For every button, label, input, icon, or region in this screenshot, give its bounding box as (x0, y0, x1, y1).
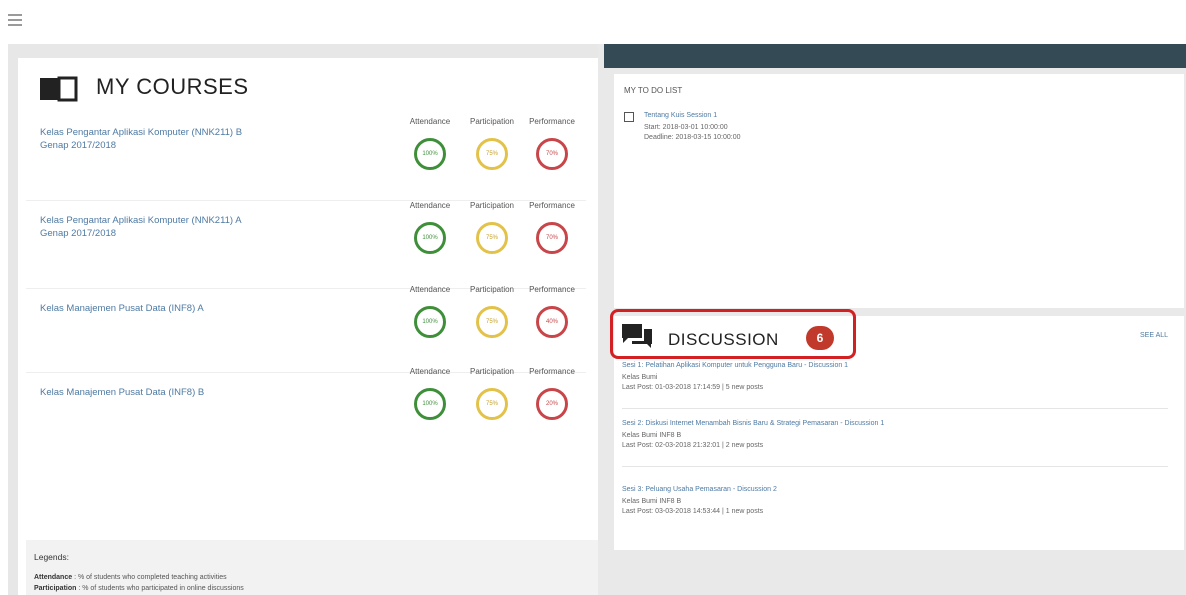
performance-label: Performance (529, 367, 575, 376)
legend-title: Legends: (34, 552, 69, 562)
performance-gauge[interactable]: 70% (536, 138, 568, 170)
legend-attendance-desc: : % of students who completed teaching a… (74, 574, 227, 581)
participation-label: Participation (469, 117, 515, 126)
performance-metric: Performance 70% (522, 200, 582, 254)
see-all-link[interactable]: SEE ALL (1140, 332, 1168, 339)
performance-metric: Performance 40% (522, 284, 582, 338)
course-link[interactable]: Kelas Pengantar Aplikasi Komputer (NNK21… (40, 214, 250, 240)
attendance-metric: Attendance 100% (400, 284, 460, 338)
participation-label: Participation (469, 367, 515, 376)
discussion-last-post: Last Post: 02-03-2018 21:32:01 | 2 new p… (622, 442, 764, 449)
discussion-link[interactable]: Sesi 3: Peluang Usaha Pemasaran - Discus… (622, 486, 777, 493)
todo-link[interactable]: Tentang Kuis Session 1 (644, 112, 717, 119)
top-bar (0, 0, 1186, 44)
todo-title: MY TO DO LIST (624, 86, 683, 95)
legend-participation: Participation : % of students who partic… (34, 585, 244, 592)
todo-checkbox[interactable] (624, 112, 634, 122)
participation-metric: Participation 75% (462, 200, 522, 254)
participation-gauge[interactable]: 75% (476, 222, 508, 254)
discussion-class: Kelas Bumi INF8 B (622, 498, 682, 505)
course-row: Kelas Manajemen Pusat Data (INF8) A Atte… (26, 284, 586, 373)
performance-label: Performance (529, 201, 575, 210)
attendance-label: Attendance (409, 201, 451, 210)
performance-metric: Performance 20% (522, 366, 582, 420)
attendance-gauge[interactable]: 100% (414, 222, 446, 254)
performance-gauge[interactable]: 70% (536, 222, 568, 254)
legend-participation-desc: : % of students who participated in onli… (78, 585, 244, 592)
discussion-item: Sesi 2: Diskusi Internet Menambah Bisnis… (622, 418, 1168, 467)
discussion-class: Kelas Bumi INF8 B (622, 432, 682, 439)
participation-gauge[interactable]: 75% (476, 388, 508, 420)
legend-attendance: Attendance : % of students who completed… (34, 574, 227, 581)
performance-metric: Performance 70% (522, 116, 582, 170)
attendance-label: Attendance (409, 117, 451, 126)
performance-gauge[interactable]: 20% (536, 388, 568, 420)
todo-deadline: Deadline: 2018-03-15 10:00:00 (644, 134, 741, 141)
participation-gauge[interactable]: 75% (476, 306, 508, 338)
todo-card: MY TO DO LIST Tentang Kuis Session 1 Sta… (614, 74, 1184, 308)
participation-gauge[interactable]: 75% (476, 138, 508, 170)
course-row: Kelas Pengantar Aplikasi Komputer (NNK21… (26, 200, 586, 289)
course-link[interactable]: Kelas Pengantar Aplikasi Komputer (NNK21… (40, 126, 250, 152)
course-row: Kelas Pengantar Aplikasi Komputer (NNK21… (26, 112, 586, 201)
legend-attendance-term: Attendance (34, 574, 73, 581)
right-header-bar (604, 44, 1186, 68)
attendance-metric: Attendance 100% (400, 116, 460, 170)
todo-start: Start: 2018-03-01 10:00:00 (644, 124, 728, 131)
hamburger-icon[interactable] (8, 14, 22, 28)
discussion-link[interactable]: Sesi 2: Diskusi Internet Menambah Bisnis… (622, 420, 884, 427)
performance-gauge[interactable]: 40% (536, 306, 568, 338)
participation-label: Participation (469, 285, 515, 294)
discussion-last-post: Last Post: 03-03-2018 14:53:44 | 1 new p… (622, 508, 764, 515)
participation-metric: Participation 75% (462, 284, 522, 338)
discussion-highlight-box (610, 309, 856, 359)
attendance-metric: Attendance 100% (400, 200, 460, 254)
course-link[interactable]: Kelas Manajemen Pusat Data (INF8) A (40, 302, 250, 315)
performance-label: Performance (529, 117, 575, 126)
legend-participation-term: Participation (34, 585, 77, 592)
attendance-metric: Attendance 100% (400, 366, 460, 420)
attendance-gauge[interactable]: 100% (414, 388, 446, 420)
discussion-last-post: Last Post: 01-03-2018 17:14:59 | 5 new p… (622, 384, 764, 391)
discussion-item: Sesi 3: Peluang Usaha Pemasaran - Discus… (622, 484, 1168, 532)
discussion-class: Kelas Bumi (622, 374, 658, 381)
book-icon (40, 76, 78, 102)
performance-label: Performance (529, 285, 575, 294)
discussion-item: Sesi 1: Pelatihan Aplikasi Komputer untu… (622, 360, 1168, 409)
attendance-gauge[interactable]: 100% (414, 306, 446, 338)
participation-label: Participation (469, 201, 515, 210)
attendance-label: Attendance (409, 285, 451, 294)
course-row: Kelas Manajemen Pusat Data (INF8) B Atte… (26, 366, 586, 454)
todo-item: Tentang Kuis Session 1 Start: 2018-03-01… (624, 112, 1144, 162)
my-courses-title: MY COURSES (96, 74, 249, 99)
legend-box: Legends: Attendance : % of students who … (26, 540, 598, 595)
participation-metric: Participation 75% (462, 366, 522, 420)
course-link[interactable]: Kelas Manajemen Pusat Data (INF8) B (40, 386, 250, 399)
discussion-link[interactable]: Sesi 1: Pelatihan Aplikasi Komputer untu… (622, 362, 848, 369)
attendance-gauge[interactable]: 100% (414, 138, 446, 170)
attendance-label: Attendance (409, 367, 451, 376)
participation-metric: Participation 75% (462, 116, 522, 170)
